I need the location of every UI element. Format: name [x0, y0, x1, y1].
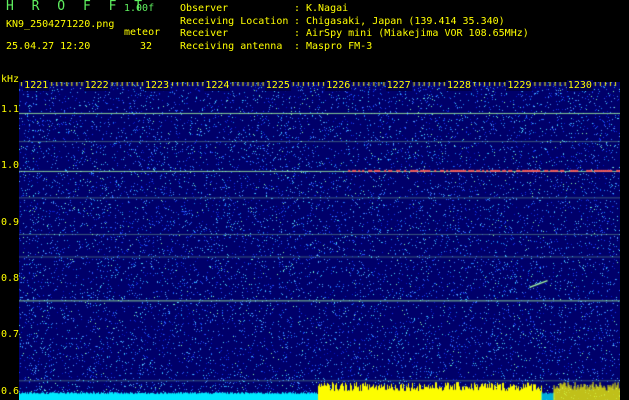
info-value: AirSpy mini (Miakejima VOR 108.65MHz) [306, 28, 529, 39]
y-tick-label: 1.0 [1, 160, 20, 172]
info-label: Receiving antenna [180, 40, 283, 52]
info-separator: : [294, 15, 301, 27]
y-tick-label: 0.7 [1, 329, 20, 341]
y-tick-label: 0.8 [1, 272, 20, 284]
x-tick-label: 1229 [506, 80, 533, 91]
info-row-antenna: Receiving antenna: Maspro FM-3 [180, 41, 529, 54]
station-info: Observer: K.Nagai Receiving Location: Chig… [180, 3, 529, 53]
hrofft-screen: H R O F F T 1.00f KN9_2504271220.png met… [0, 0, 629, 400]
y-tick-label: 0.9 [1, 216, 20, 228]
app-version: 1.00f [124, 3, 155, 14]
x-tick-label: 1225 [264, 80, 291, 91]
y-tick-label: 1.1 [1, 104, 20, 116]
file-name: KN9_2504271220.png [6, 19, 115, 30]
capture-datetime: 25.04.27 12:20 [6, 41, 91, 52]
x-tick-label: 1228 [445, 80, 473, 91]
info-label: Receiver [180, 28, 229, 39]
info-value: Maspro FM-3 [306, 40, 373, 52]
info-separator: : [294, 28, 301, 39]
info-row-observer: Observer: K.Nagai [180, 3, 529, 16]
x-tick-label: 1226 [325, 80, 352, 91]
info-label: Receiving Location [180, 15, 289, 27]
info-value: K.Nagai [306, 3, 349, 14]
x-tick-label: 1221 [23, 80, 50, 91]
x-tick-label: 1230 [566, 80, 593, 91]
info-separator: : [294, 40, 301, 52]
x-tick-label: 1222 [83, 80, 110, 91]
info-separator: : [294, 3, 301, 14]
y-tick-label: 0.6 [1, 385, 20, 397]
y-axis-unit: kHz [1, 74, 20, 85]
mode-label: meteor [124, 27, 161, 38]
meteor-count: 32 [140, 41, 153, 52]
waterfall-spectrogram [19, 82, 620, 400]
x-tick-label: 1223 [143, 80, 171, 91]
x-tick-label: 1227 [385, 80, 412, 91]
info-row-location: Receiving Location: Chigasaki, Japan (139… [180, 16, 529, 29]
info-row-receiver: Receiver: AirSpy mini (Miakejima VOR 108.… [180, 28, 529, 41]
info-value: Chigasaki, Japan (139.414 35.340) [306, 15, 505, 27]
x-tick-label: 1224 [204, 80, 231, 91]
info-label: Observer [180, 3, 229, 14]
